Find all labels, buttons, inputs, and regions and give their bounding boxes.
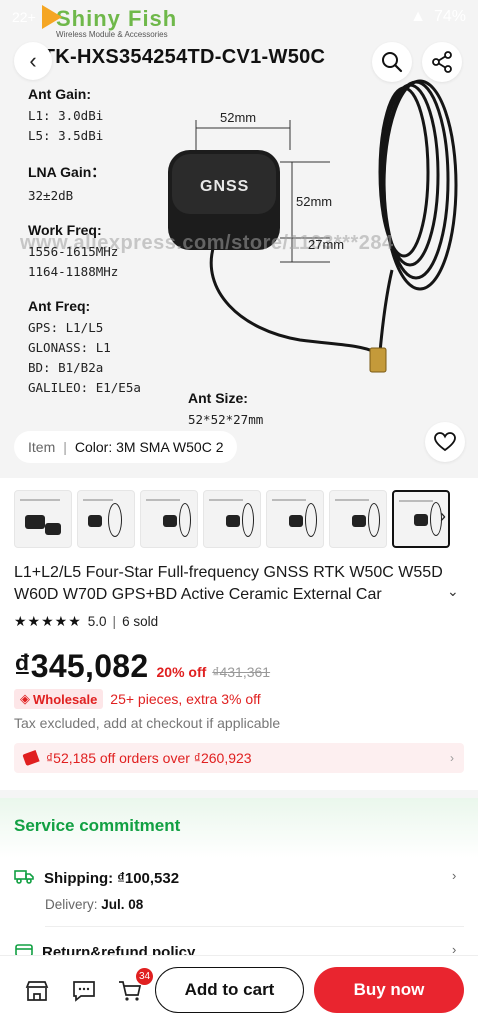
spec-title: Ant Size: bbox=[188, 390, 248, 406]
spec-line: GLONASS: L1 bbox=[28, 340, 111, 355]
cart-count-badge: 34 bbox=[136, 968, 154, 985]
spec-title: Work Freq: bbox=[28, 222, 102, 238]
cart-icon bbox=[119, 981, 142, 1001]
store-button[interactable] bbox=[24, 978, 50, 1004]
service-title: Service commitment bbox=[14, 816, 181, 835]
variant-pill-label: Item bbox=[28, 439, 56, 455]
coupon-tag-icon bbox=[22, 749, 40, 767]
rating-value: 5.0 bbox=[87, 614, 107, 629]
star-rating-icon: ★★★★★ bbox=[14, 613, 82, 629]
current-price: ₫345,082 bbox=[14, 648, 149, 684]
search-button[interactable] bbox=[372, 42, 412, 82]
shipping-label: Shipping: bbox=[44, 870, 114, 887]
spec-line: 1164-1188MHz bbox=[28, 264, 119, 279]
notification-count: 22+ bbox=[12, 9, 36, 25]
product-image[interactable]: 52mm 52mm 27mm GNSS www.aliexpress.com/s… bbox=[0, 0, 478, 478]
spec-line: GPS: L1/L5 bbox=[28, 320, 104, 335]
chevron-right-icon: › bbox=[450, 751, 454, 765]
thumbnail[interactable] bbox=[203, 490, 261, 548]
spec-title: Ant Gain: bbox=[28, 86, 91, 102]
spec-line: BD: B1/B2a bbox=[28, 360, 104, 375]
dimension-label-width: 52mm bbox=[220, 110, 257, 125]
spec-list: Ant Gain: L1: 3.0dBi L5: 3.5dBi LNA Gain… bbox=[28, 86, 203, 414]
chevron-right-icon[interactable]: › bbox=[452, 868, 456, 883]
status-bar: 22+ ▲ 74% bbox=[0, 0, 478, 34]
coupon-text: ₫52,185 off orders over ₫260,923 bbox=[46, 750, 252, 766]
thumbnail[interactable] bbox=[77, 490, 135, 548]
back-button[interactable]: ‹ bbox=[14, 42, 52, 80]
rating-row[interactable]: ★★★★★ 5.0 | 6 sold bbox=[14, 613, 158, 630]
wishlist-button[interactable] bbox=[425, 422, 465, 462]
thumbnail[interactable] bbox=[266, 490, 324, 548]
add-to-cart-button[interactable]: Add to cart bbox=[155, 967, 304, 1013]
spec-ant-freq: Ant Freq: GPS: L1/L5 GLONASS: L1 BD: B1/… bbox=[28, 298, 203, 398]
heart-icon bbox=[434, 432, 456, 452]
section-divider bbox=[0, 790, 478, 798]
service-commitment: Service commitment Shipping: ₫100,532 › … bbox=[0, 798, 478, 968]
spec-title: Ant Freq: bbox=[28, 298, 91, 314]
message-icon bbox=[73, 981, 95, 1002]
spec-lna-gain: LNA Gain： 32±2dB bbox=[28, 162, 203, 206]
shipping-row[interactable]: Shipping: ₫100,532 bbox=[14, 868, 179, 889]
spec-work-freq: Work Freq: 1556-1615MHz 1164-1188MHz bbox=[28, 222, 203, 282]
spec-line: 1556-1615MHz bbox=[28, 244, 119, 259]
back-arrow-icon: ‹ bbox=[29, 48, 37, 73]
variant-pill-value: Color: 3M SMA W50C 2 bbox=[74, 439, 224, 455]
battery-level: 74% bbox=[433, 8, 466, 25]
original-price: ₫431,361 bbox=[212, 664, 271, 680]
play-icon bbox=[41, 5, 62, 29]
pill-separator: | bbox=[63, 439, 67, 455]
thumbnail[interactable] bbox=[14, 490, 72, 548]
buy-now-button[interactable]: Buy now bbox=[314, 967, 464, 1013]
rating-separator: | bbox=[112, 614, 117, 629]
share-button[interactable] bbox=[422, 42, 462, 82]
spec-line: L1: 3.0dBi bbox=[28, 108, 104, 123]
spec-ant-size: Ant Size: 52*52*27mm bbox=[188, 390, 263, 430]
wholesale-row[interactable]: ◈ Wholesale 25+ pieces, extra 3% off bbox=[14, 689, 261, 709]
coupon-bar[interactable]: ₫52,185 off orders over ₫260,923 › bbox=[14, 743, 464, 773]
variant-pill[interactable]: Item | Color: 3M SMA W50C 2 bbox=[14, 431, 238, 463]
signal-icon: ▲ bbox=[410, 8, 426, 25]
price-row: ₫345,082 20% off ₫431,361 bbox=[14, 648, 270, 685]
spec-ant-gain: Ant Gain: L1: 3.0dBi L5: 3.5dBi bbox=[28, 86, 203, 146]
spec-line: 52*52*27mm bbox=[188, 412, 264, 427]
truck-icon bbox=[14, 868, 34, 889]
spec-line: L5: 3.5dBi bbox=[28, 128, 104, 143]
delivery-date: Jul. 08 bbox=[101, 897, 144, 912]
delivery-row: Delivery: Jul. 08 bbox=[45, 897, 143, 912]
wholesale-badge: ◈ Wholesale bbox=[14, 689, 104, 709]
thumbnail-strip bbox=[14, 490, 450, 548]
dimension-label-depth: 52mm bbox=[296, 194, 333, 209]
product-title[interactable]: L1+L2/L5 Four-Star Full-frequency GNSS R… bbox=[14, 562, 459, 606]
wholesale-offer: 25+ pieces, extra 3% off bbox=[110, 691, 261, 707]
spec-line: GALILEO: E1/E5a bbox=[28, 380, 141, 395]
thumbnail[interactable] bbox=[329, 490, 387, 548]
wholesale-badge-label: Wholesale bbox=[33, 691, 98, 707]
dimension-label-height: 27mm bbox=[308, 237, 345, 252]
store-icon bbox=[25, 981, 49, 1001]
message-button[interactable] bbox=[71, 978, 97, 1004]
tax-note: Tax excluded, add at checkout if applica… bbox=[14, 715, 281, 731]
spec-title: LNA Gain： bbox=[28, 164, 106, 180]
discount-percent: 20% off bbox=[156, 664, 207, 680]
tag-icon: ◈ bbox=[20, 691, 30, 706]
delivery-label: Delivery: bbox=[45, 897, 98, 912]
share-icon bbox=[432, 51, 452, 73]
bottom-action-bar: 34 Add to cart Buy now bbox=[0, 955, 478, 1024]
search-icon bbox=[382, 52, 403, 73]
divider bbox=[45, 926, 464, 927]
device-label: GNSS bbox=[200, 178, 250, 195]
thumbnails-next-icon[interactable]: › bbox=[440, 506, 446, 527]
spec-line: 32±2dB bbox=[28, 188, 74, 203]
shipping-cost: ₫100,532 bbox=[117, 870, 180, 887]
model-title: RTK-HXS354254TD-CV1-W50C bbox=[28, 46, 326, 68]
expand-title-icon[interactable]: ⌄ bbox=[447, 583, 459, 600]
sold-count: 6 sold bbox=[122, 614, 159, 629]
thumbnail[interactable] bbox=[140, 490, 198, 548]
